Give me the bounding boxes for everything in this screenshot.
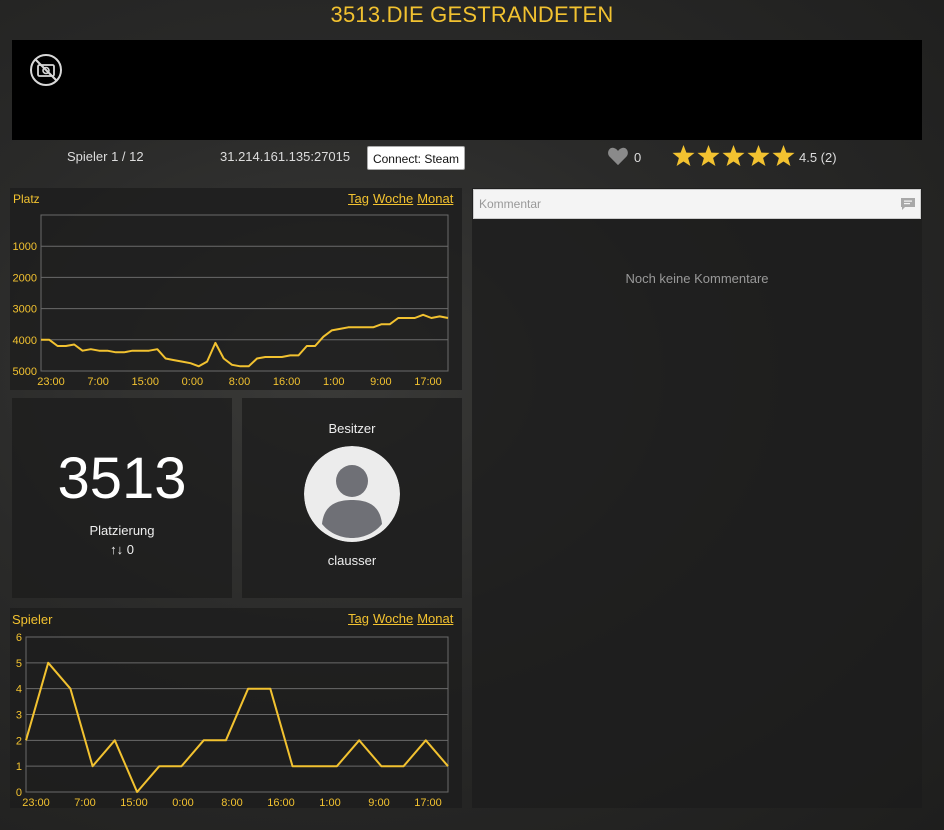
players-chart: 0 1 2 3 4 5 6 23:00 7:00 15:00 0:00 8:00 16:00 1:00 9:… bbox=[16, 632, 449, 808]
series-line bbox=[41, 313, 449, 368]
y-tick-label: 2000 bbox=[13, 272, 37, 284]
x-tick-label: 7:00 bbox=[87, 376, 108, 388]
no-comments-text: Noch keine Kommentare bbox=[625, 271, 769, 286]
star-icon[interactable] bbox=[672, 144, 695, 167]
players-chart-tag-link[interactable]: Tag bbox=[348, 611, 369, 626]
y-tick-label: 3 bbox=[16, 710, 22, 722]
server-address: 31.214.161.135:27015 bbox=[220, 149, 351, 164]
rank-chart-woche-link[interactable]: Woche bbox=[373, 191, 413, 206]
y-tick-label: 1000 bbox=[13, 241, 37, 253]
y-tick-label: 1 bbox=[16, 761, 22, 773]
comment-icon[interactable] bbox=[900, 196, 916, 212]
rank-chart-monat-link[interactable]: Monat bbox=[417, 191, 453, 206]
players-chart-period-links: Tag Woche Monat bbox=[344, 611, 453, 626]
heart-icon[interactable] bbox=[606, 146, 630, 166]
x-tick-label: 9:00 bbox=[368, 797, 389, 808]
series-line bbox=[25, 661, 449, 793]
rank-label: Platzierung bbox=[89, 523, 155, 538]
x-tick-label: 23:00 bbox=[22, 797, 50, 808]
owner-label: Besitzer bbox=[328, 421, 376, 436]
x-tick-label: 23:00 bbox=[37, 376, 65, 388]
rating-stars[interactable] bbox=[672, 144, 795, 167]
x-tick-label: 17:00 bbox=[414, 376, 442, 388]
y-tick-label: 4000 bbox=[13, 335, 37, 347]
rank-chart-period-links: Tag Woche Monat bbox=[344, 191, 453, 206]
owner-name[interactable]: clausser bbox=[242, 553, 462, 568]
x-tick-label: 9:00 bbox=[370, 376, 391, 388]
star-icon[interactable] bbox=[722, 144, 745, 167]
x-tick-label: 15:00 bbox=[120, 797, 148, 808]
rank-chart-title: Platz bbox=[13, 192, 40, 206]
x-tick-label: 1:00 bbox=[319, 797, 340, 808]
x-tick-label: 7:00 bbox=[74, 797, 95, 808]
comment-input[interactable] bbox=[474, 190, 884, 218]
rank-chart-tag-link[interactable]: Tag bbox=[348, 191, 369, 206]
like-count: 0 bbox=[634, 150, 642, 165]
players-chart-monat-link[interactable]: Monat bbox=[417, 611, 453, 626]
x-tick-label: 8:00 bbox=[229, 376, 250, 388]
x-tick-label: 8:00 bbox=[221, 797, 242, 808]
rating-value: 4.5 (2) bbox=[799, 150, 837, 165]
rank-number: 3513 bbox=[57, 446, 187, 511]
x-tick-label: 1:00 bbox=[323, 376, 344, 388]
comment-field[interactable] bbox=[473, 189, 921, 219]
star-icon[interactable] bbox=[697, 144, 720, 167]
server-title: 3513.DIE GESTRANDETEN bbox=[330, 2, 614, 27]
rank-change: ↑↓ 0 bbox=[110, 542, 134, 557]
players-chart-title: Spieler bbox=[12, 612, 53, 627]
y-tick-label: 0 bbox=[16, 787, 22, 799]
player-count: Spieler 1 / 12 bbox=[67, 149, 144, 164]
default-avatar-icon[interactable] bbox=[304, 446, 400, 542]
rank-chart: 1000 2000 3000 4000 500023:00 7:00 15:00 0:00 8:… bbox=[13, 214, 449, 388]
x-tick-label: 16:00 bbox=[267, 797, 295, 808]
y-tick-label: 2 bbox=[16, 735, 22, 747]
connect-steam-button[interactable]: Connect: Steam bbox=[367, 146, 465, 170]
no-image-icon bbox=[30, 54, 62, 86]
plot-frame bbox=[40, 214, 449, 372]
y-tick-label: 4 bbox=[16, 684, 22, 696]
x-tick-label: 0:00 bbox=[172, 797, 193, 808]
x-tick-label: 16:00 bbox=[273, 376, 301, 388]
x-tick-label: 0:00 bbox=[182, 376, 203, 388]
y-tick-label: 6 bbox=[16, 632, 22, 644]
star-icon[interactable] bbox=[747, 144, 770, 167]
star-icon[interactable] bbox=[772, 144, 795, 167]
y-tick-label: 3000 bbox=[13, 304, 37, 316]
x-tick-label: 15:00 bbox=[131, 376, 159, 388]
players-chart-woche-link[interactable]: Woche bbox=[373, 611, 413, 626]
y-tick-label: 5000 bbox=[13, 366, 37, 378]
server-banner bbox=[12, 40, 922, 140]
y-tick-label: 5 bbox=[16, 658, 22, 670]
x-tick-label: 17:00 bbox=[414, 797, 442, 808]
